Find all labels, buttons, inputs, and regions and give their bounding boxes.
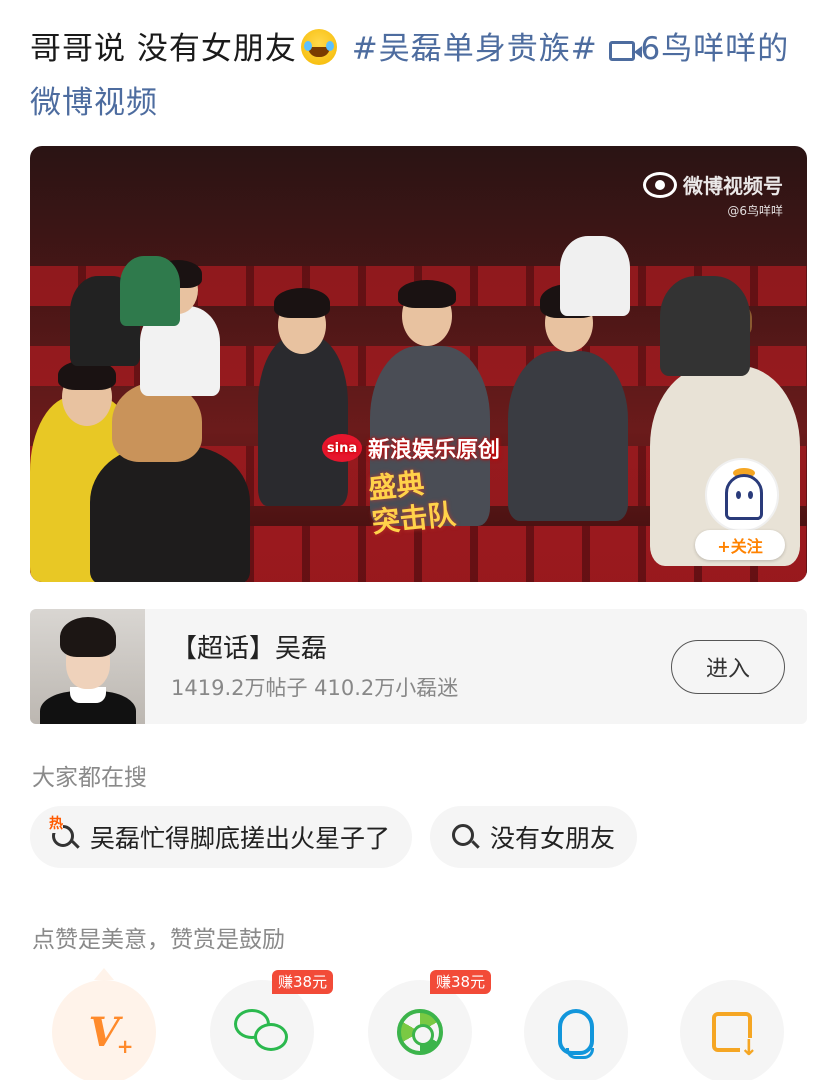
gala-squad-logo: 盛典 突击队 — [367, 464, 458, 540]
topic-link[interactable]: #吴磊单身贵族# — [352, 31, 598, 67]
super-topic-title: 【超话】吴磊 — [171, 633, 328, 664]
search-chip-label: 吴磊忙得脚底搓出火星子了 — [90, 824, 391, 853]
wechat-icon — [234, 1009, 290, 1055]
share-qq-button[interactable] — [524, 980, 628, 1080]
super-topic-info: 【超话】吴磊 1419.2万帖子 410.2万小磊迷 — [171, 629, 671, 705]
video-camera-icon — [608, 41, 642, 61]
earn-badge: 赚38元 — [430, 970, 492, 994]
qq-icon — [558, 1009, 594, 1059]
search-chip[interactable]: 没有女朋友 — [430, 806, 638, 868]
sina-entertainment-banner: sina 新浪娱乐原创 — [322, 432, 500, 464]
reward-v-icon: V — [88, 1009, 133, 1058]
share-wechat-button[interactable]: 赚38元 — [210, 970, 334, 1080]
laugh-cry-emoji-icon — [300, 29, 337, 65]
post-body-text: 哥哥说 没有女朋友 — [30, 31, 297, 67]
weibo-logo-icon — [643, 171, 677, 198]
ghost-icon — [725, 474, 763, 520]
enter-button[interactable]: 进入 — [671, 639, 785, 694]
super-topic-card[interactable]: 【超话】吴磊 1419.2万帖子 410.2万小磊迷 进入 — [30, 609, 807, 724]
search-icon — [452, 823, 480, 851]
sina-banner-text: 新浪娱乐原创 — [368, 438, 501, 463]
trending-search-label: 大家都在搜 — [32, 765, 147, 791]
video-player[interactable]: 微博视频号 @6鸟咩咩 sina 新浪娱乐原创 盛典 突击队 +关注 — [30, 146, 807, 582]
reward-hint-label: 点赞是美意，赞赏是鼓励 — [32, 927, 285, 953]
share-moments-button[interactable]: 赚38元 — [368, 970, 492, 1080]
save-image-button[interactable] — [680, 980, 784, 1080]
weibo-video-watermark: 微博视频号 — [643, 170, 783, 199]
super-topic-stats: 1419.2万帖子 410.2万小磊迷 — [171, 675, 459, 700]
search-chip-hot[interactable]: 热 吴磊忙得脚底搓出火星子了 — [30, 806, 413, 868]
watermark-user: @6鸟咩咩 — [727, 204, 783, 218]
hot-badge: 热 — [49, 813, 63, 833]
reward-button[interactable]: V — [52, 968, 156, 1080]
follow-button[interactable]: +关注 — [695, 530, 785, 560]
earn-badge: 赚38元 — [272, 970, 334, 994]
watermark-brand: 微博视频号 — [683, 174, 783, 198]
save-image-icon — [712, 1012, 758, 1060]
trending-search-list: 热 吴磊忙得脚底搓出火星子了 没有女朋友 — [30, 806, 638, 868]
sina-logo: sina — [322, 434, 362, 462]
search-chip-label: 没有女朋友 — [490, 824, 616, 853]
uploader-avatar[interactable] — [705, 458, 779, 532]
hot-search-icon: 热 — [49, 813, 80, 851]
post-text: 哥哥说 没有女朋友 #吴磊单身贵族# 6鸟咩咩的微博视频 — [30, 22, 800, 130]
moments-icon — [397, 1009, 443, 1055]
super-topic-avatar — [30, 609, 145, 724]
share-row: V 赚38元 赚38元 — [52, 968, 792, 1080]
